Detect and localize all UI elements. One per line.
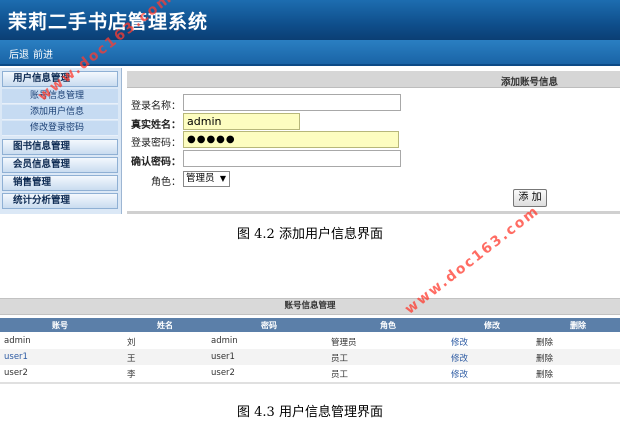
cell-password: admin [211, 336, 238, 346]
cell-password: user1 [211, 352, 235, 362]
table-bottom-border [0, 382, 620, 384]
back-link[interactable]: 后退 [9, 46, 29, 61]
table-row: user1 王 user1 员工 修改 删除 [0, 349, 620, 365]
edit-link[interactable]: 修改 [451, 336, 468, 348]
cell-role: 员工 [331, 370, 349, 380]
panel-titlebar: 添加账号信息 [127, 71, 620, 88]
app-title: 茉莉二手书店管理系统 [8, 11, 209, 33]
sidebar-group-sales[interactable]: 销售管理 [2, 175, 118, 191]
delete-link[interactable]: 删除 [536, 352, 553, 364]
column-header-edit: 修改 [484, 321, 500, 330]
sidebar-group-book-info[interactable]: 图书信息管理 [2, 139, 118, 155]
table-row: admin 刘 admin 管理员 修改 删除 [0, 333, 620, 349]
password-label: 登录密码： [131, 138, 181, 149]
account-management-screenshot: 账号信息管理 账号 姓名 密码 角色 修改 删除 admin 刘 admin 管… [0, 298, 620, 384]
column-header-role: 角色 [380, 321, 396, 330]
panel-title: 添加账号信息 [500, 77, 558, 88]
delete-link[interactable]: 删除 [536, 368, 553, 380]
panel-bottom-border [127, 211, 620, 214]
password-input[interactable]: ●●●●● [183, 131, 399, 148]
table-row: user2 李 user2 员工 修改 删除 [0, 365, 620, 381]
cell-account: admin [4, 336, 31, 346]
app-header: 茉莉二手书店管理系统 [0, 0, 620, 40]
cell-account: user2 [4, 368, 28, 378]
chevron-down-icon: ▼ [219, 174, 226, 183]
sidebar-group-member-info[interactable]: 会员信息管理 [2, 157, 118, 173]
edit-link[interactable]: 修改 [451, 352, 468, 364]
delete-link[interactable]: 删除 [536, 336, 553, 348]
real-name-input[interactable]: admin [183, 113, 300, 130]
table-title: 账号信息管理 [0, 298, 620, 315]
sidebar-group-statistics[interactable]: 统计分析管理 [2, 193, 118, 209]
table-header: 账号 姓名 密码 角色 修改 删除 [0, 318, 620, 332]
cell-account: user1 [4, 352, 28, 362]
column-header-password: 密码 [261, 321, 277, 330]
role-select-value: 管理员 [186, 173, 215, 184]
login-name-input[interactable] [183, 94, 401, 111]
cell-name: 李 [127, 370, 136, 380]
cell-password: user2 [211, 368, 235, 378]
cell-name: 刘 [127, 338, 136, 348]
add-account-panel: 添加账号信息 登录名称： 真实姓名： admin 登录密码： ●●●●● 确认密… [127, 68, 620, 214]
column-header-name: 姓名 [157, 321, 173, 330]
cell-name: 王 [127, 354, 136, 364]
cell-role: 管理员 [331, 338, 357, 348]
real-name-label: 真实姓名： [131, 120, 181, 131]
role-label: 角色： [151, 177, 181, 188]
sidebar-item-change-password[interactable]: 修改登录密码 [2, 121, 118, 136]
add-user-screenshot: 茉莉二手书店管理系统 后退 前进 用户信息管理 账号信息管理 添加用户信息 修改… [0, 0, 620, 214]
cell-role: 员工 [331, 354, 349, 364]
edit-link[interactable]: 修改 [451, 368, 468, 380]
role-select[interactable]: 管理员 ▼ [183, 171, 230, 187]
sidebar-item-add-user[interactable]: 添加用户信息 [2, 105, 118, 120]
column-header-account: 账号 [52, 321, 68, 330]
forward-link[interactable]: 前进 [33, 46, 53, 61]
column-header-delete: 删除 [570, 321, 586, 330]
confirm-password-label: 确认密码： [131, 157, 181, 168]
login-name-label: 登录名称： [131, 101, 181, 112]
confirm-password-input[interactable] [183, 150, 401, 167]
figure-caption-4-3: 图 4.3 用户信息管理界面 [237, 405, 383, 420]
